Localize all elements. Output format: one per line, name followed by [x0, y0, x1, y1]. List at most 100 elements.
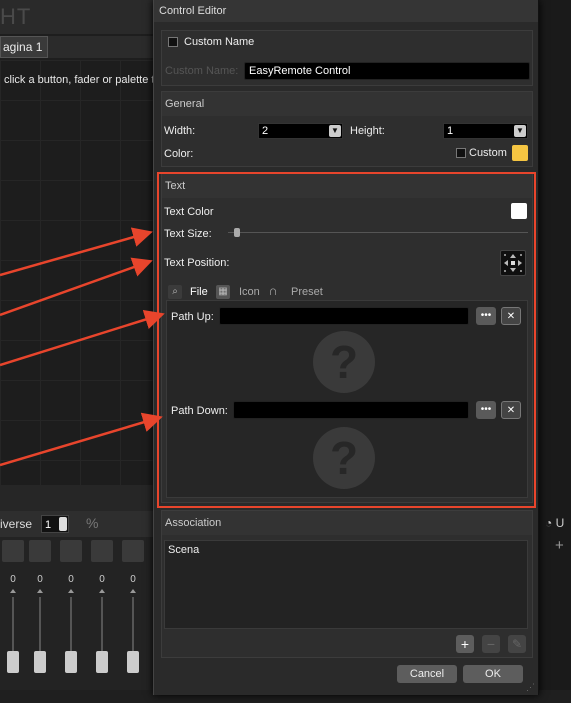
- text-panel: Text Text Color Text Size: Text Position…: [161, 173, 533, 503]
- universe-label: iverse: [0, 517, 33, 531]
- custom-name-checkbox-label: Custom Name: [184, 36, 255, 48]
- fader[interactable]: 0: [60, 540, 82, 703]
- text-position-picker[interactable]: [500, 250, 526, 276]
- custom-color-label: Custom: [469, 147, 507, 159]
- fader[interactable]: 0: [122, 540, 144, 703]
- fader-track[interactable]: [101, 597, 103, 651]
- general-panel: General Width: 2 ▼ Height: 1 ▼ Color: Cu…: [161, 91, 533, 167]
- edit-association-button[interactable]: ✎: [508, 635, 526, 653]
- grid-hint-text: click a button, fader or palette to: [4, 74, 161, 86]
- add-icon[interactable]: +: [555, 537, 564, 554]
- path-down-clear-button[interactable]: ✕: [501, 401, 521, 419]
- fader-up-icon[interactable]: [37, 589, 43, 593]
- association-panel: Association Scena + − ✎: [161, 510, 533, 658]
- text-header: Text: [162, 174, 532, 198]
- fader-up-icon[interactable]: [99, 589, 105, 593]
- association-header: Association: [162, 511, 532, 535]
- custom-name-field-label: Custom Name:: [165, 65, 239, 77]
- text-size-slider[interactable]: [228, 232, 528, 233]
- height-select[interactable]: 1 ▼: [443, 123, 528, 139]
- path-up-label: Path Up:: [171, 311, 214, 323]
- spinner-arrows-icon[interactable]: [59, 517, 67, 531]
- text-position-label: Text Position:: [164, 257, 230, 269]
- fader-header: [122, 540, 144, 562]
- custom-name-checkbox[interactable]: [168, 37, 178, 47]
- fader[interactable]: 0: [29, 540, 51, 703]
- text-size-slider-knob[interactable]: [234, 228, 240, 237]
- fader-value: 0: [10, 574, 16, 585]
- path-up-input[interactable]: [219, 307, 469, 325]
- fader-value: 0: [99, 574, 105, 585]
- height-label: Height:: [350, 125, 385, 137]
- path-up-browse-button[interactable]: •••: [476, 307, 496, 325]
- fader-header: [60, 540, 82, 562]
- planet-icon: ◔: [545, 516, 553, 530]
- fader-knob[interactable]: [96, 651, 108, 673]
- fader[interactable]: 0: [91, 540, 113, 703]
- tab-preset[interactable]: Preset: [291, 286, 323, 298]
- universe-value: 1: [45, 519, 52, 531]
- width-select[interactable]: 2 ▼: [258, 123, 343, 139]
- tab-file[interactable]: File: [190, 286, 208, 298]
- universe-spinner[interactable]: 1: [41, 515, 69, 533]
- custom-name-panel: Custom Name Custom Name: EasyRemote Cont…: [161, 30, 533, 86]
- fader-knob[interactable]: [65, 651, 77, 673]
- text-color-swatch[interactable]: [511, 203, 527, 219]
- fader-knob[interactable]: [7, 651, 19, 673]
- width-label: Width:: [164, 125, 196, 137]
- path-down-browse-button[interactable]: •••: [476, 401, 496, 419]
- fader-header: [29, 540, 51, 562]
- fader-value: 0: [130, 574, 136, 585]
- fader-track[interactable]: [12, 597, 14, 651]
- fader-value: 0: [68, 574, 74, 585]
- magnet-icon[interactable]: ∩: [266, 284, 280, 298]
- grid-icon[interactable]: ▦: [216, 285, 230, 299]
- ok-button[interactable]: OK: [463, 665, 523, 683]
- resize-grip-icon[interactable]: ⋰: [526, 682, 535, 693]
- fader-up-icon[interactable]: [130, 589, 136, 593]
- custom-color-swatch[interactable]: [512, 145, 528, 161]
- text-color-label: Text Color: [164, 206, 214, 218]
- right-panel-header: ◔ U: [545, 516, 564, 530]
- fader-value: 0: [37, 574, 43, 585]
- fader-track[interactable]: [39, 597, 41, 651]
- button-grid-area[interactable]: [0, 60, 160, 485]
- percent-icon[interactable]: %: [86, 515, 98, 531]
- fader-knob[interactable]: [34, 651, 46, 673]
- color-label: Color:: [164, 148, 194, 160]
- fader-up-icon[interactable]: [10, 589, 16, 593]
- dialog-title: Control Editor: [154, 0, 538, 22]
- remove-association-button[interactable]: −: [482, 635, 500, 653]
- right-side-panel: [537, 0, 571, 703]
- custom-color-checkbox[interactable]: [456, 148, 466, 158]
- fader-up-icon[interactable]: [68, 589, 74, 593]
- chevron-down-icon[interactable]: ▼: [514, 125, 526, 137]
- list-item[interactable]: Scena: [168, 544, 199, 556]
- search-icon[interactable]: ⌕: [168, 285, 182, 299]
- file-path-area: Path Up: ••• ✕ ? Path Down: ••• ✕ ?: [166, 300, 528, 498]
- chevron-down-icon[interactable]: ▼: [329, 125, 341, 137]
- fader-track[interactable]: [132, 597, 134, 651]
- text-size-label: Text Size:: [164, 228, 212, 240]
- fader[interactable]: 0: [2, 540, 24, 703]
- width-value: 2: [262, 125, 269, 137]
- app-title: HT: [0, 0, 160, 34]
- path-down-input[interactable]: [233, 401, 469, 419]
- fader-knob[interactable]: [127, 651, 139, 673]
- page-tab[interactable]: agina 1: [0, 36, 48, 58]
- position-arrows-icon: [504, 254, 522, 272]
- association-list[interactable]: Scena: [164, 540, 528, 629]
- cancel-button[interactable]: Cancel: [397, 665, 457, 683]
- fader-header: [91, 540, 113, 562]
- fader-track[interactable]: [70, 597, 72, 651]
- custom-name-input[interactable]: EasyRemote Control: [244, 62, 530, 80]
- add-association-button[interactable]: +: [456, 635, 474, 653]
- height-value: 1: [447, 125, 454, 137]
- control-editor-dialog: Control Editor Custom Name Custom Name: …: [153, 0, 539, 695]
- tab-icon[interactable]: Icon: [239, 286, 260, 298]
- path-down-label: Path Down:: [171, 405, 228, 417]
- fader-header: [2, 540, 24, 562]
- general-header: General: [162, 92, 532, 116]
- path-up-clear-button[interactable]: ✕: [501, 307, 521, 325]
- path-down-placeholder-icon: ?: [313, 427, 375, 489]
